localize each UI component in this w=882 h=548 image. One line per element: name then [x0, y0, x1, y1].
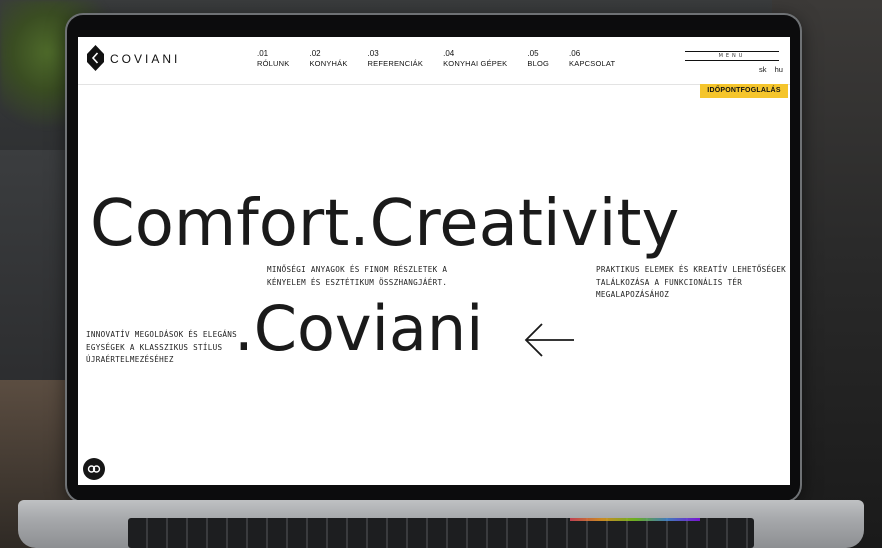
language-switcher: sk hu	[753, 65, 783, 74]
site-header: COVIANI .01 RÓLUNK .02 KONYHÁK .03 REFER…	[78, 37, 790, 85]
menu-line-bottom	[685, 60, 779, 61]
main-nav: .01 RÓLUNK .02 KONYHÁK .03 REFERENCIÁK .…	[257, 49, 635, 69]
arrow-left-icon[interactable]	[524, 322, 576, 358]
nav-label: REFERENCIÁK	[367, 59, 424, 68]
nav-item-konyhak[interactable]: .02 KONYHÁK	[309, 49, 347, 69]
nav-item-referenciak[interactable]: .03 REFERENCIÁK	[368, 49, 424, 69]
nav-label: KAPCSOLAT	[569, 59, 616, 68]
nav-item-kapcsolat[interactable]: .06 KAPCSOLAT	[569, 49, 615, 69]
hero-subtitle: .Coviani	[234, 292, 484, 365]
nav-number: .01	[257, 49, 269, 58]
nav-label: BLOG	[527, 59, 550, 68]
nav-item-blog[interactable]: .05 BLOG	[527, 49, 549, 69]
nav-item-konyhai-gepek[interactable]: .04 KONYHAI GÉPEK	[443, 49, 507, 69]
menu-button[interactable]: MENU	[685, 51, 779, 61]
hero-text-practical: PRAKTIKUS ELEMEK ÉS KREATÍV LEHETŐSÉGEK …	[596, 265, 787, 299]
nav-label: RÓLUNK	[257, 59, 290, 68]
nav-number: .03	[367, 49, 379, 58]
hero-text-quality: MINŐSÉGI ANYAGOK ÉS FINOM RÉSZLETEK A KÉ…	[267, 265, 448, 287]
menu-label: MENU	[718, 53, 746, 59]
hero-text-innovative: INNOVATÍV MEGOLDÁSOK ÉS ELEGÁNS EGYSÉGEK…	[86, 330, 238, 364]
logo-icon[interactable]	[87, 45, 104, 71]
nav-item-rolunk[interactable]: .01 RÓLUNK	[257, 49, 289, 69]
lang-hu[interactable]: hu	[775, 65, 783, 74]
website-screen: COVIANI .01 RÓLUNK .02 KONYHÁK .03 REFER…	[78, 37, 790, 485]
nav-label: KONYHAI GÉPEK	[443, 59, 508, 68]
nav-label: KONYHÁK	[309, 59, 348, 68]
nav-number: .02	[309, 49, 321, 58]
nav-number: .05	[527, 49, 539, 58]
hero-title: Comfort.Creativity	[90, 187, 680, 261]
cookie-settings-button[interactable]	[83, 458, 105, 480]
cookie-settings-icon	[87, 465, 101, 473]
nav-number: .06	[569, 49, 581, 58]
logo-text[interactable]: COVIANI	[110, 52, 180, 66]
background-shelf	[0, 150, 72, 390]
booking-button[interactable]: IDŐPONTFOGLALÁS	[700, 84, 788, 98]
nav-number: .04	[443, 49, 455, 58]
keyboard-rgb-strip	[570, 518, 700, 521]
lang-sk[interactable]: sk	[759, 65, 767, 74]
laptop-keyboard	[128, 518, 754, 548]
